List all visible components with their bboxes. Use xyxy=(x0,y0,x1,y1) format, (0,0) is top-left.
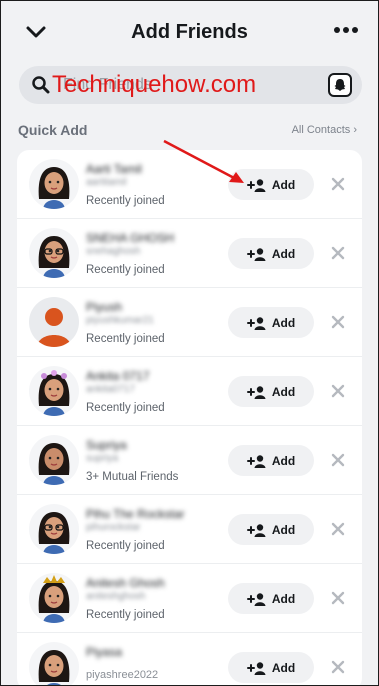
friend-username: piyushkumar21 xyxy=(86,315,154,326)
header: Add Friends xyxy=(0,0,379,62)
friend-username: snehaghosh xyxy=(86,246,141,257)
friend-subtitle: Recently joined xyxy=(86,609,165,621)
friend-username: pihurockstar xyxy=(86,522,141,533)
avatar[interactable] xyxy=(29,366,79,416)
friend-username: piyashree2022 xyxy=(86,669,159,681)
avatar[interactable] xyxy=(29,435,79,485)
add-friend-icon xyxy=(246,592,266,606)
add-label: Add xyxy=(271,315,296,330)
add-friend-button[interactable]: Add xyxy=(228,514,314,545)
list-item[interactable]: Piyasa piyashree2022 Add xyxy=(17,633,362,686)
add-friend-button[interactable]: Add xyxy=(228,238,314,269)
list-item[interactable]: SNEHA GHOSH snehaghosh Recently joined Add xyxy=(17,219,362,288)
close-icon[interactable] xyxy=(331,453,345,467)
add-friend-icon xyxy=(246,385,266,399)
list-item[interactable]: Pihu The Rockstar pihurockstar Recently jo… xyxy=(17,495,362,564)
add-friend-button[interactable]: Add xyxy=(228,652,314,683)
add-label: Add xyxy=(271,246,296,261)
friend-subtitle: 3+ Mutual Friends xyxy=(86,471,179,483)
friend-subtitle: Recently joined xyxy=(86,402,165,414)
friend-name: Piyasa xyxy=(86,645,123,659)
list-item[interactable]: Supriya supriya 3+ Mutual Friends Add xyxy=(17,426,362,495)
avatar[interactable] xyxy=(29,297,79,347)
add-friend-icon xyxy=(246,178,266,192)
add-label: Add xyxy=(271,591,296,606)
friend-username: aartitamil xyxy=(86,177,127,188)
friend-subtitle: Recently joined xyxy=(86,195,165,207)
add-friend-icon xyxy=(246,454,266,468)
add-label: Add xyxy=(271,453,296,468)
add-friend-icon xyxy=(246,247,266,261)
add-label: Add xyxy=(271,660,296,675)
add-label: Add xyxy=(271,522,296,537)
ghost-icon xyxy=(334,79,346,91)
page-title: Add Friends xyxy=(131,21,248,43)
close-icon[interactable] xyxy=(331,315,345,329)
friend-username: aniteshghosh xyxy=(86,591,146,602)
add-friend-icon xyxy=(246,661,266,675)
avatar[interactable] xyxy=(29,573,79,623)
add-friend-button[interactable]: Add xyxy=(228,169,314,200)
add-label: Add xyxy=(271,177,296,192)
section-title: Quick Add xyxy=(18,122,88,138)
friend-name: Piyush xyxy=(86,300,123,314)
snapcode-button[interactable] xyxy=(328,73,352,97)
friend-name: Pihu The Rockstar xyxy=(86,507,185,521)
all-contacts-label: All Contacts xyxy=(291,124,351,136)
friend-name: SNEHA GHOSH xyxy=(86,231,175,245)
close-icon[interactable] xyxy=(331,246,345,260)
quick-add-list: Aarti Tamil aartitamil Recently joined Add S… xyxy=(17,150,362,686)
friend-name: Anitesh Ghosh xyxy=(86,576,165,590)
watermark-text: Techniquehow.com xyxy=(52,71,257,98)
add-label: Add xyxy=(271,384,296,399)
search-icon xyxy=(32,76,50,94)
friend-name: Supriya xyxy=(86,438,127,452)
add-friend-button[interactable]: Add xyxy=(228,583,314,614)
close-icon[interactable] xyxy=(331,660,345,674)
friend-name: Ankita 0717 xyxy=(86,369,150,383)
friend-subtitle: Recently joined xyxy=(86,333,165,345)
close-icon[interactable] xyxy=(331,384,345,398)
add-friend-button[interactable]: Add xyxy=(228,445,314,476)
friend-subtitle: Recently joined xyxy=(86,264,165,276)
list-item[interactable]: Aarti Tamil aartitamil Recently joined Add xyxy=(17,150,362,219)
all-contacts-link[interactable]: All Contacts › xyxy=(292,124,357,136)
friend-username: supriya xyxy=(86,453,119,464)
avatar[interactable] xyxy=(29,642,79,686)
list-item[interactable]: Anitesh Ghosh aniteshghosh Recently joined… xyxy=(17,564,362,633)
avatar[interactable] xyxy=(29,504,79,554)
add-friend-icon xyxy=(246,316,266,330)
close-icon[interactable] xyxy=(331,177,345,191)
list-item[interactable]: Ankita 0717 ankita0717 Recently joined Add xyxy=(17,357,362,426)
close-icon[interactable] xyxy=(331,522,345,536)
list-item[interactable]: Piyush piyushkumar21 Recently joined Add xyxy=(17,288,362,357)
avatar[interactable] xyxy=(29,228,79,278)
more-icon[interactable] xyxy=(333,23,359,37)
friend-username: ankita0717 xyxy=(86,384,135,395)
friend-subtitle: Recently joined xyxy=(86,540,165,552)
add-friend-button[interactable]: Add xyxy=(228,376,314,407)
add-friend-icon xyxy=(246,523,266,537)
add-friend-button[interactable]: Add xyxy=(228,307,314,338)
avatar[interactable] xyxy=(29,159,79,209)
chevron-right-icon: › xyxy=(353,124,357,136)
friend-name: Aarti Tamil xyxy=(86,162,142,176)
close-icon[interactable] xyxy=(331,591,345,605)
